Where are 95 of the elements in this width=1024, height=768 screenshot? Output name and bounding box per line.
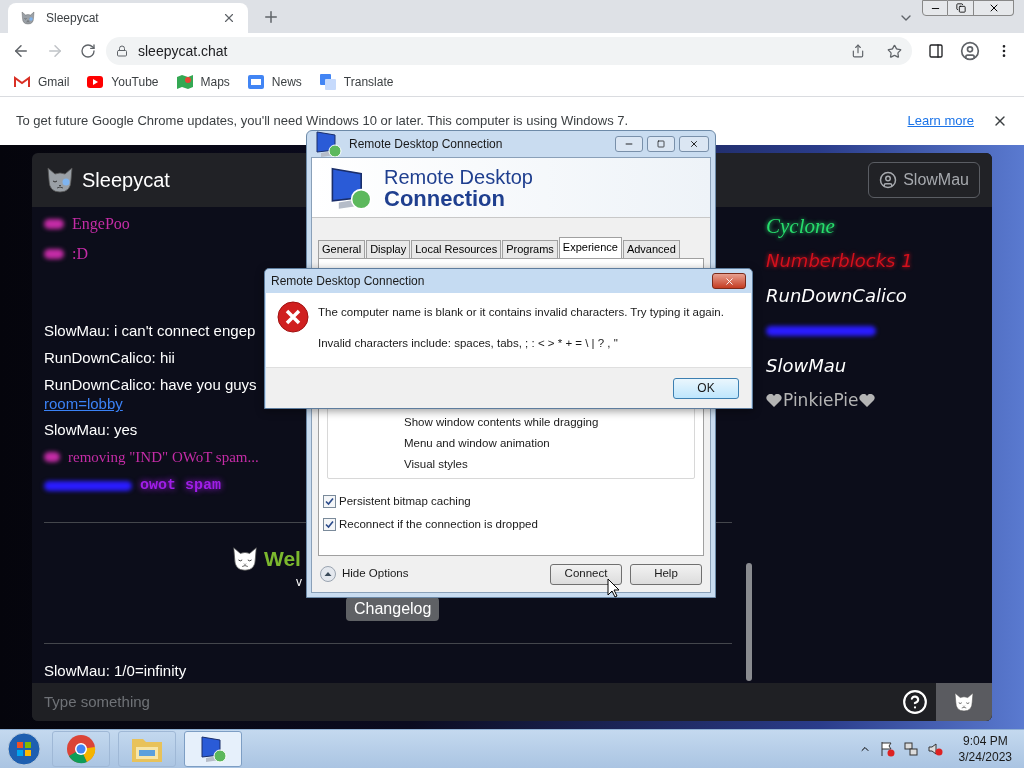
user-name[interactable]: RunDownCalico xyxy=(766,283,907,310)
tab[interactable]: Programs xyxy=(502,240,558,258)
error-message: The computer name is blank or it contains invalid characters. Try typing it again. xyxy=(318,305,724,320)
chat-message: RunDownCalico: hii xyxy=(44,348,175,369)
heart-icon xyxy=(766,394,782,408)
map-icon xyxy=(176,74,193,91)
close-icon xyxy=(723,275,735,287)
chat-message: removing "IND" OWoT spam... xyxy=(68,448,259,468)
user-name[interactable]: SlowMau xyxy=(766,353,847,380)
bookmark-star-icon[interactable] xyxy=(887,43,902,59)
app-title: Sleepycat xyxy=(82,168,170,194)
changelog-button[interactable]: Changelog xyxy=(346,596,440,621)
banner-subtitle: Connection xyxy=(384,187,505,210)
chat-message: SlowMau: 1/0=infinity xyxy=(44,661,188,682)
welcome-title: Wel xyxy=(264,546,301,573)
close-button[interactable] xyxy=(679,136,709,152)
welcome-subtitle: v xyxy=(296,574,302,589)
dialog-title: Remote Desktop Connection xyxy=(271,273,425,290)
taskbar-app[interactable] xyxy=(184,730,242,767)
dialog-button[interactable]: Connect xyxy=(550,563,622,585)
muted-speaker-icon[interactable] xyxy=(926,740,943,757)
tab-title: Sleepycat xyxy=(46,10,100,28)
reload-icon[interactable] xyxy=(80,43,96,59)
monitor-icon xyxy=(198,733,228,764)
blurred-avatar xyxy=(44,219,64,230)
side-panel-icon[interactable] xyxy=(928,43,944,59)
dialog-button[interactable]: Help xyxy=(630,563,702,585)
hide-options-button[interactable]: Hide Options xyxy=(320,565,409,583)
bookmark[interactable]: Gmail xyxy=(14,73,70,92)
clock[interactable]: 9:04 PM 3/24/2023 xyxy=(950,732,1020,765)
send-button[interactable] xyxy=(936,682,992,721)
chat-message: RunDownCalico: have you guys xyxy=(44,375,257,396)
feature-item: Menu and window animation xyxy=(404,436,551,451)
error-icon xyxy=(277,301,309,333)
chat-message: :D xyxy=(72,244,88,265)
flag-warning-icon[interactable] xyxy=(878,740,895,757)
bookmark[interactable]: YouTube xyxy=(87,73,159,92)
scrollbar-thumb[interactable] xyxy=(746,562,752,681)
tab[interactable]: Advanced xyxy=(622,240,680,258)
address-bar[interactable]: sleepycat.chat xyxy=(106,37,912,65)
minimize-button[interactable] xyxy=(615,136,643,152)
back-icon[interactable] xyxy=(12,42,30,60)
feature-item: Show window contents while dragging xyxy=(404,415,600,430)
checkbox-label: Persistent bitmap caching xyxy=(339,494,471,509)
checkbox[interactable] xyxy=(323,495,336,509)
blurred-avatar xyxy=(44,452,60,463)
restore-button[interactable] xyxy=(948,0,974,16)
news-icon xyxy=(247,75,264,90)
maximize-icon xyxy=(657,140,665,148)
chat-message: EngePoo xyxy=(72,214,130,235)
play-icon xyxy=(87,76,104,89)
bookmark[interactable]: News xyxy=(247,73,302,92)
tab[interactable]: Display xyxy=(366,240,411,258)
browser-tab[interactable]: Sleepycat xyxy=(8,3,248,34)
restore-icon xyxy=(955,3,966,13)
help-icon[interactable] xyxy=(902,688,928,715)
checkbox-label: Reconnect if the connection is dropped xyxy=(339,517,538,533)
chat-message: SlowMau: yes xyxy=(44,420,138,441)
mouse-cursor-icon xyxy=(607,578,620,598)
profile-icon[interactable] xyxy=(960,41,980,61)
banner-title: Remote Desktop xyxy=(384,165,533,188)
bookmark[interactable]: Translate xyxy=(319,73,394,92)
heart-icon xyxy=(859,394,876,408)
cat-icon xyxy=(230,544,260,574)
error-detail: Invalid characters include: spaces, tabs, ; : < > * + = \ | ? , " xyxy=(318,336,619,352)
mail-icon xyxy=(14,76,30,89)
tab[interactable]: Experience xyxy=(558,237,622,258)
infobar-message: To get future Google Chrome updates, you'll need Windows 10 or later. This computer is using Windows 7. xyxy=(16,112,629,131)
chat-message: owot spam xyxy=(140,475,221,496)
window-title: Remote Desktop Connection xyxy=(349,136,503,153)
blurred-avatar xyxy=(44,249,64,260)
lock-icon xyxy=(116,45,128,57)
room-link[interactable]: room=lobby xyxy=(44,395,123,414)
learn-more-link[interactable]: Learn more xyxy=(907,111,974,131)
chrome-icon xyxy=(66,733,96,764)
maximize-button[interactable] xyxy=(647,136,675,152)
cat-icon xyxy=(20,10,36,27)
feature-item: Visual styles xyxy=(404,457,469,472)
network-icon[interactable] xyxy=(902,740,919,757)
bookmark[interactable]: Maps xyxy=(176,73,230,92)
user-icon xyxy=(879,171,898,190)
checkbox[interactable] xyxy=(323,518,336,532)
ok-button[interactable]: OK xyxy=(673,377,739,399)
url-text: sleepycat.chat xyxy=(138,41,228,61)
close-icon xyxy=(689,139,699,149)
share-icon[interactable] xyxy=(851,44,865,58)
tab[interactable]: Local Resources xyxy=(411,240,502,258)
close-button[interactable] xyxy=(712,273,746,289)
user-name[interactable]: Cyclone xyxy=(766,213,835,240)
tab[interactable]: General xyxy=(318,240,366,258)
user-name[interactable]: Numberblocks 1 xyxy=(766,248,913,275)
translate-icon xyxy=(319,74,336,91)
user-name[interactable]: PinkiePie xyxy=(783,388,859,414)
chat-message: SlowMau: i can't connect engep xyxy=(44,321,256,342)
user-button[interactable]: SlowMau xyxy=(868,162,980,199)
